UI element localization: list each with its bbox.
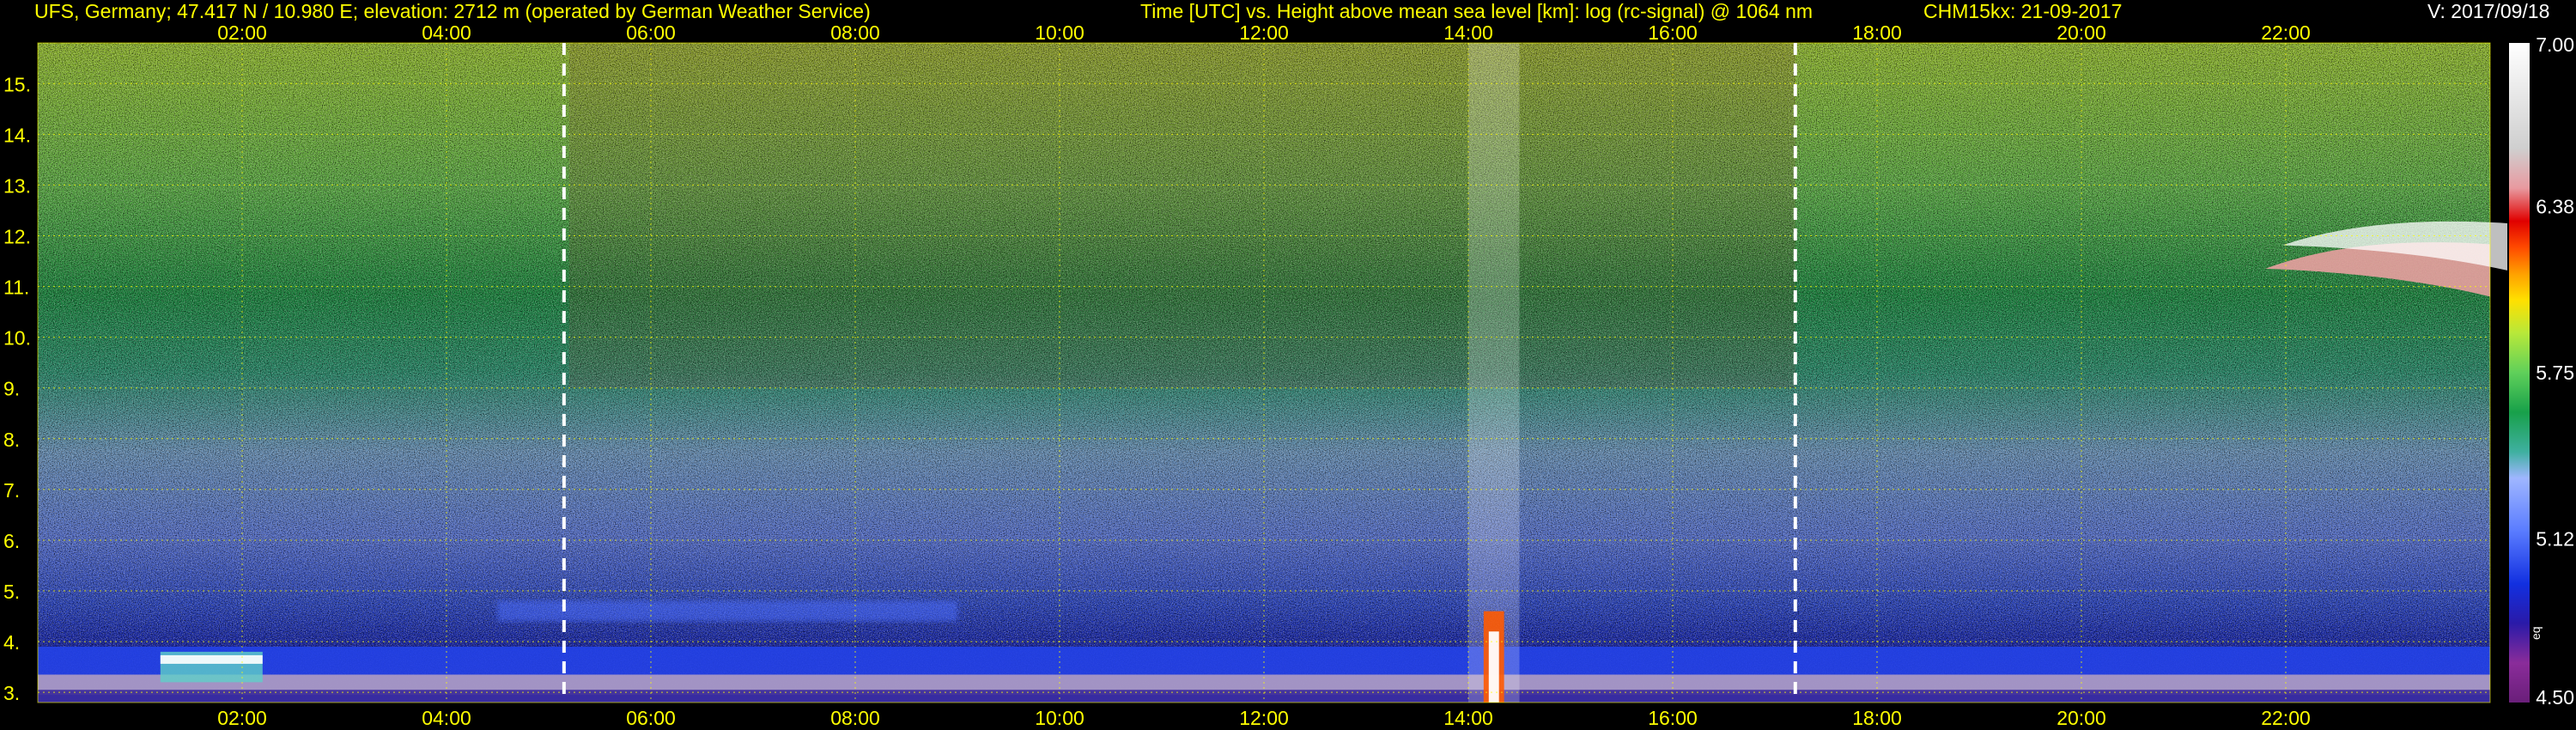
x-tick-bottom-0: 02:00 <box>217 707 267 729</box>
x-tick-top-4: 10:00 <box>1035 21 1084 44</box>
x-tick-bottom-4: 10:00 <box>1035 707 1084 729</box>
colorbar: 7.00 6.38 5.75 5.12 4.50 eq <box>2509 33 2574 709</box>
colorbar-tick-1: 6.38 <box>2536 195 2574 217</box>
colorbar-tick-4: 4.50 <box>2536 686 2574 709</box>
feature-low-cloud-top <box>160 654 263 664</box>
colorbar-tick-0: 7.00 <box>2536 33 2574 56</box>
y-tick-9: 12. <box>3 225 31 247</box>
y-tick-5: 8. <box>3 429 20 451</box>
x-tick-top-2: 06:00 <box>626 21 676 44</box>
x-tick-top-7: 16:00 <box>1648 21 1698 44</box>
x-tick-top-9: 20:00 <box>2057 21 2106 44</box>
y-tick-10: 13. <box>3 174 31 197</box>
x-tick-top-5: 12:00 <box>1239 21 1289 44</box>
x-tick-top-10: 22:00 <box>2261 21 2311 44</box>
x-tick-bottom-6: 14:00 <box>1443 707 1493 729</box>
colorbar-unit: eq <box>2529 626 2543 640</box>
y-tick-7: 10. <box>3 327 31 350</box>
backscatter-heatmap <box>38 43 2507 703</box>
x-tick-bottom-3: 08:00 <box>830 707 880 729</box>
x-tick-top-1: 04:00 <box>422 21 471 44</box>
x-tick-top-0: 02:00 <box>217 21 267 44</box>
feature-plume <box>1468 43 1520 703</box>
colorbar-tick-2: 5.75 <box>2536 362 2574 384</box>
x-tick-labels-top: 02:00 04:00 06:00 08:00 10:00 12:00 14:00 16:00… <box>217 21 2311 44</box>
y-tick-1: 4. <box>3 631 20 654</box>
y-tick-4: 7. <box>3 479 20 502</box>
x-tick-bottom-8: 18:00 <box>1852 707 1902 729</box>
x-tick-labels-bottom: 02:00 04:00 06:00 08:00 10:00 12:00 14:00 16:00… <box>217 707 2311 729</box>
colorbar-gradient <box>2509 43 2530 703</box>
x-tick-top-6: 14:00 <box>1443 21 1493 44</box>
y-tick-8: 11. <box>3 277 29 299</box>
feature-boundary-layer-base <box>38 690 2490 703</box>
colorbar-tick-3: 5.12 <box>2536 528 2574 551</box>
x-tick-bottom-10: 22:00 <box>2261 707 2311 729</box>
y-tick-12: 15. <box>3 73 31 95</box>
x-tick-bottom-5: 12:00 <box>1239 707 1289 729</box>
y-tick-3: 6. <box>3 530 20 552</box>
y-tick-2: 5. <box>3 581 20 603</box>
ceilometer-chart: 02:00 04:00 06:00 08:00 10:00 12:00 14:00 16:00… <box>3 21 2574 729</box>
y-tick-6: 9. <box>3 378 20 400</box>
x-tick-bottom-2: 06:00 <box>626 707 676 729</box>
feature-plume-peak <box>1488 631 1499 703</box>
feature-residual-layer <box>497 600 957 622</box>
y-tick-labels: 3. 4. 5. 6. 7. 8. 9. 10. 11. 12. 13. 14. 15. <box>3 73 31 704</box>
x-tick-top-3: 08:00 <box>830 21 880 44</box>
x-tick-bottom-7: 16:00 <box>1648 707 1698 729</box>
y-tick-0: 3. <box>3 682 20 704</box>
y-tick-11: 14. <box>3 124 31 146</box>
x-tick-bottom-1: 04:00 <box>422 707 471 729</box>
x-tick-top-8: 18:00 <box>1852 21 1902 44</box>
x-tick-bottom-9: 20:00 <box>2057 707 2106 729</box>
